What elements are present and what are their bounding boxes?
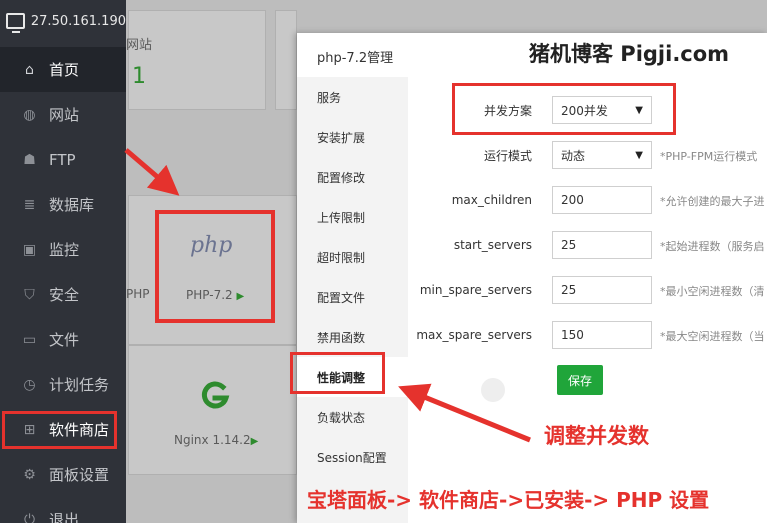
performance-highlight-box	[290, 352, 385, 394]
run-mode-value: 动态	[561, 148, 586, 163]
menu-item-extensions[interactable]: 安装扩展	[297, 117, 408, 157]
php-highlight-box	[155, 210, 275, 323]
site-stat-count: 1	[132, 64, 146, 89]
sidebar-item-home[interactable]: ⌂ 首页	[0, 47, 126, 92]
min-spare-hint: *最小空闲进程数（清	[660, 285, 765, 298]
menu-item-session[interactable]: Session配置	[297, 437, 408, 477]
gear-icon: ⚙	[23, 466, 36, 483]
max-spare-label: max_spare_servers	[416, 328, 532, 342]
server-header: 27.50.161.190	[0, 0, 126, 42]
watermark-text: 猪机博客 Pigji.com	[529, 42, 730, 66]
max-spare-hint: *最大空闲进程数（当	[660, 330, 765, 343]
max-children-input[interactable]: 200	[552, 186, 652, 214]
stat-card	[275, 10, 297, 110]
clock-icon: ◷	[23, 376, 36, 393]
sidebar-item-label: FTP	[49, 150, 76, 169]
sidebar-item-monitor[interactable]: ▣ 监控	[0, 227, 126, 272]
menu-item-timeout-limit[interactable]: 超时限制	[297, 237, 408, 277]
max-spare-label-wrap: max_spare_servers	[400, 321, 532, 349]
sidebar-item-label: 退出	[49, 511, 80, 523]
sidebar-item-website[interactable]: ◍ 网站	[0, 92, 126, 137]
start-servers-label-wrap: start_servers	[400, 231, 532, 259]
sidebar-item-label: 数据库	[49, 196, 95, 214]
nginx-app-label[interactable]: Nginx 1.14.2▶	[174, 433, 258, 447]
nginx-app-name: Nginx 1.14.2	[174, 433, 251, 447]
sidebar-item-ftp[interactable]: ☗ FTP	[0, 137, 126, 182]
run-mode-hint: *PHP-FPM运行模式	[660, 150, 758, 163]
menu-item-config-edit[interactable]: 配置修改	[297, 157, 408, 197]
sidebar-item-label: 计划任务	[49, 376, 110, 394]
sidebar-item-security[interactable]: ⛉ 安全	[0, 272, 126, 317]
menu-item-upload-limit[interactable]: 上传限制	[297, 197, 408, 237]
shield-icon: ⛉	[24, 286, 35, 303]
sidebar-item-label: 网站	[49, 106, 80, 124]
run-mode-label: 运行模式	[483, 148, 532, 163]
software-store-highlight-box	[2, 411, 117, 449]
annotation-path: 宝塔面板-> 软件商店->已安装-> PHP 设置	[307, 488, 710, 512]
sidebar-item-label: 首页	[49, 61, 80, 79]
php-cut-label: PHP	[126, 287, 150, 301]
sidebar: 27.50.161.190 ⌂ 首页 ◍ 网站 ☗ FTP ≣ 数据库 ▣ 监控 ⛉ 安全 …	[0, 0, 126, 523]
monitor-icon: ▣	[22, 241, 37, 258]
run-mode-label-wrap: 运行模式	[400, 141, 532, 169]
sidebar-item-label: 监控	[49, 241, 80, 259]
monitor-icon	[6, 13, 25, 33]
nginx-logo-icon	[201, 381, 230, 409]
concurrency-highlight-box	[452, 83, 676, 135]
sidebar-item-database[interactable]: ≣ 数据库	[0, 182, 126, 227]
max-children-hint: *允许创建的最大子进	[660, 195, 765, 208]
site-stat-label: 网站	[126, 38, 153, 53]
start-servers-label: start_servers	[453, 238, 532, 252]
loading-circle	[481, 378, 505, 402]
server-ip: 27.50.161.190	[30, 13, 126, 29]
start-servers-hint: *起始进程数（服务启	[660, 240, 765, 253]
dialog-title: php-7.2管理	[317, 51, 394, 66]
sidebar-item-settings[interactable]: ⚙ 面板设置	[0, 452, 126, 497]
max-children-label-wrap: max_children	[400, 186, 532, 214]
max-spare-input[interactable]: 150	[552, 321, 652, 349]
run-mode-select[interactable]: 动态 ▼	[552, 141, 652, 169]
globe-icon: ◍	[23, 106, 36, 123]
sidebar-item-label: 文件	[49, 331, 80, 349]
max-children-label: max_children	[451, 193, 532, 207]
site-stat-card	[128, 10, 266, 110]
save-button[interactable]: 保存	[557, 365, 603, 395]
sidebar-item-files[interactable]: ▭ 文件	[0, 317, 126, 362]
min-spare-label-wrap: min_spare_servers	[400, 276, 532, 304]
database-icon: ≣	[23, 196, 36, 213]
min-spare-label: min_spare_servers	[419, 283, 532, 297]
start-servers-input[interactable]: 25	[552, 231, 652, 259]
ftp-icon: ☗	[23, 151, 36, 168]
play-icon: ▶	[250, 436, 259, 447]
menu-item-config-file[interactable]: 配置文件	[297, 277, 408, 317]
logout-icon: ⏻	[23, 511, 36, 523]
min-spare-input[interactable]: 25	[552, 276, 652, 304]
sidebar-item-logout[interactable]: ⏻ 退出	[0, 497, 126, 523]
menu-item-load-status[interactable]: 负载状态	[297, 397, 408, 437]
folder-icon: ▭	[22, 331, 37, 348]
home-icon: ⌂	[25, 61, 34, 78]
sidebar-item-cron[interactable]: ◷ 计划任务	[0, 362, 126, 407]
annotation-adjust: 调整并发数	[544, 424, 649, 448]
sidebar-item-label: 面板设置	[49, 466, 110, 484]
sidebar-item-label: 安全	[49, 286, 80, 304]
dialog-menu: 服务 安装扩展 配置修改 上传限制 超时限制 配置文件 禁用函数 性能调整 负载…	[297, 77, 408, 523]
chevron-down-icon: ▼	[635, 149, 643, 161]
menu-item-disabled-functions[interactable]: 禁用函数	[297, 317, 408, 357]
menu-item-service[interactable]: 服务	[297, 77, 408, 117]
